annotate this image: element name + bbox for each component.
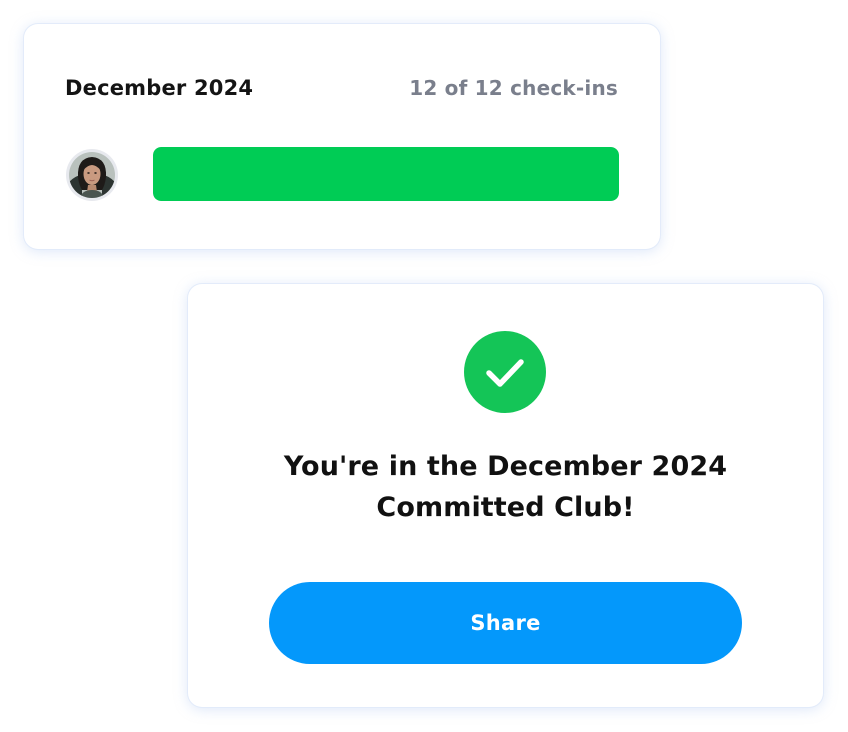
checkmark-icon bbox=[464, 331, 546, 413]
committed-club-card: You're in the December 2024 Committed Cl… bbox=[188, 284, 823, 707]
user-avatar-photo bbox=[69, 152, 115, 198]
checkin-progress-fill bbox=[153, 147, 619, 201]
progress-card: December 2024 12 of 12 check-ins bbox=[24, 24, 660, 249]
club-message-line-2: Committed Club! bbox=[376, 492, 635, 523]
club-message-line-1: You're in the December 2024 bbox=[283, 451, 728, 482]
month-title: December 2024 bbox=[65, 76, 254, 100]
share-button[interactable]: Share bbox=[269, 582, 742, 664]
club-message: You're in the December 2024 Committed Cl… bbox=[228, 446, 783, 528]
checkin-count: 12 of 12 check-ins bbox=[409, 76, 618, 100]
success-badge bbox=[464, 331, 546, 413]
checkin-progress-bar bbox=[153, 147, 619, 201]
avatar bbox=[66, 149, 118, 201]
